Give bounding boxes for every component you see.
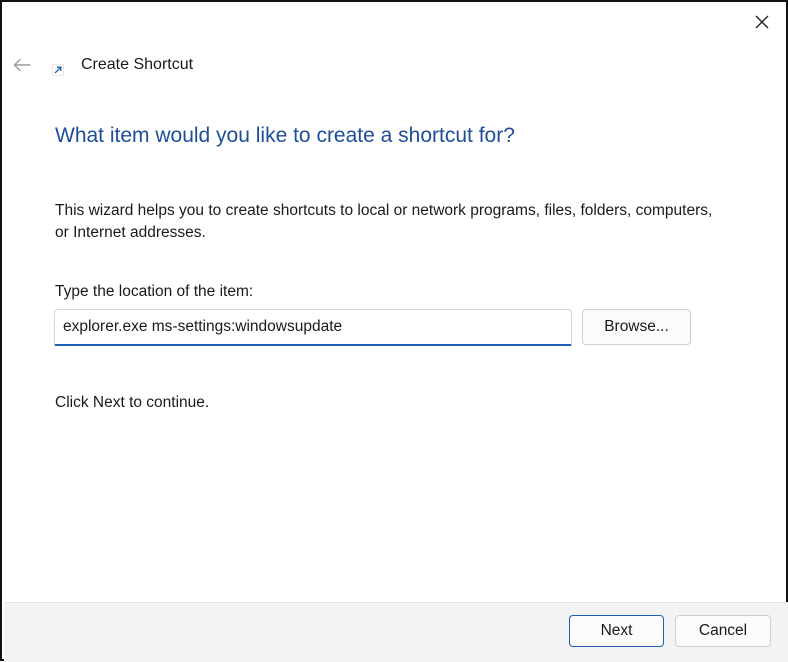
window-title: Create Shortcut <box>81 56 194 73</box>
page-heading: What item would you like to create a sho… <box>55 124 515 147</box>
wizard-description: This wizard helps you to create shortcut… <box>55 202 713 241</box>
next-button[interactable]: Next <box>569 615 664 647</box>
browse-button[interactable]: Browse... <box>582 309 691 345</box>
create-shortcut-dialog: Create Shortcut What item would you like… <box>0 0 788 662</box>
back-arrow-icon <box>13 58 31 72</box>
back-button[interactable] <box>8 52 36 78</box>
shortcut-icon <box>52 64 64 76</box>
cancel-button[interactable]: Cancel <box>675 615 771 647</box>
close-button[interactable] <box>747 8 777 36</box>
location-input[interactable] <box>54 309 572 346</box>
continue-instruction: Click Next to continue. <box>55 394 210 411</box>
dialog-footer <box>4 602 788 662</box>
close-icon <box>755 15 769 29</box>
location-label: Type the location of the item: <box>55 283 254 300</box>
